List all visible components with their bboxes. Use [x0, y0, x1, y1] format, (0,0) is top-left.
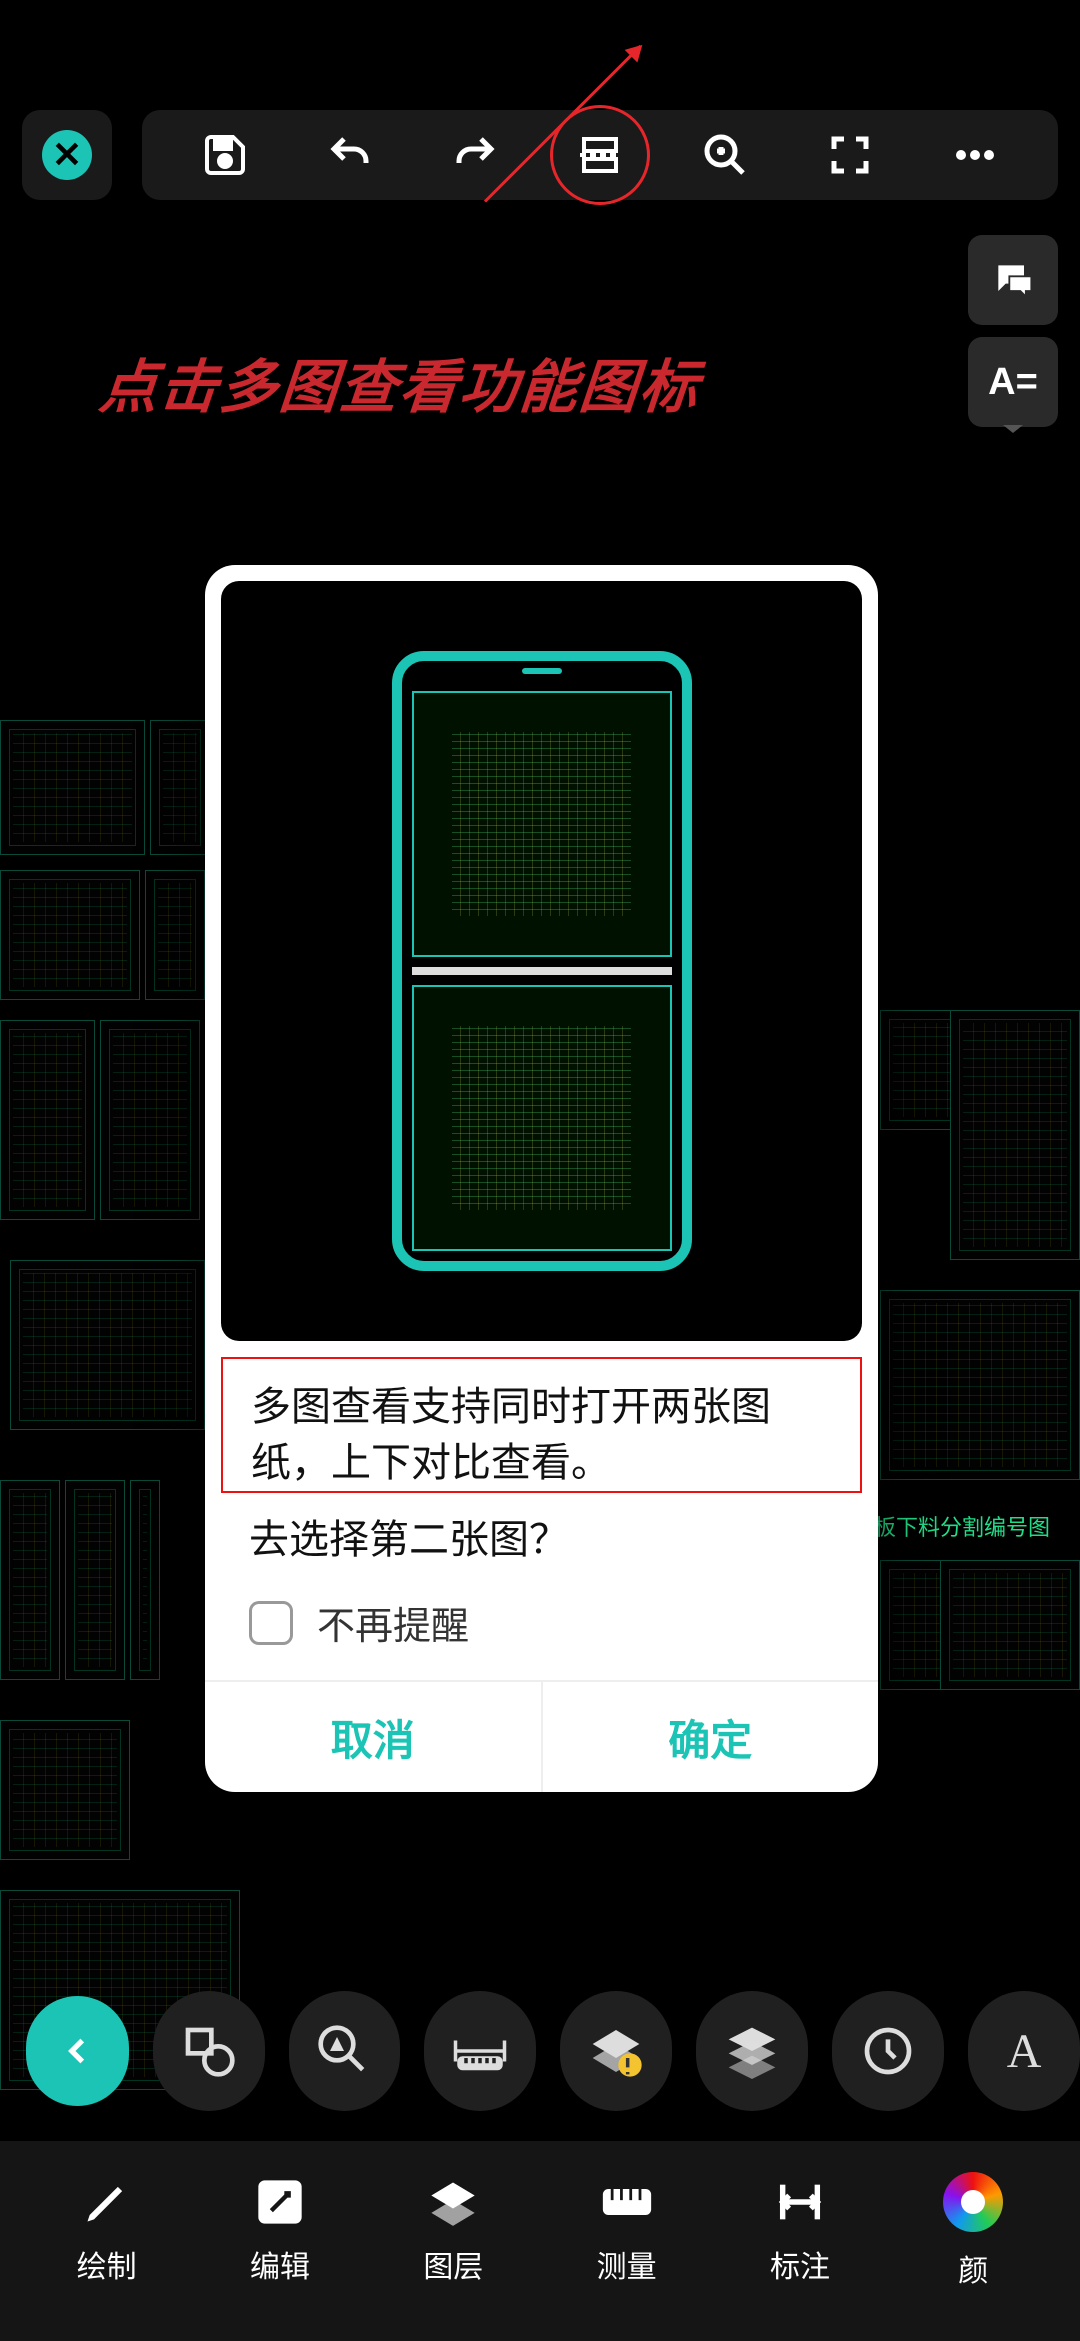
dialog-question: 去选择第二张图？: [221, 1497, 862, 1585]
nav-annotate[interactable]: 标注: [735, 2176, 865, 2286]
nav-label: 测量: [597, 2242, 657, 2286]
shapes-tool[interactable]: [153, 1991, 265, 2111]
nav-label: 颜: [958, 2246, 988, 2290]
fullscreen-button[interactable]: [820, 125, 880, 185]
find-shape-tool[interactable]: [289, 1991, 401, 2111]
nav-label: 绘制: [77, 2242, 137, 2286]
text-style-button[interactable]: A=: [968, 337, 1058, 427]
chat-button[interactable]: [968, 235, 1058, 325]
multi-view-dialog: 多图查看支持同时打开两张图纸，上下对比查看。 去选择第二张图？ 不再提醒 取消 …: [205, 565, 878, 1792]
dialog-preview: [221, 581, 862, 1341]
layer-hint-tool[interactable]: [560, 1991, 672, 2111]
text-icon: A: [1007, 2024, 1042, 2079]
close-button[interactable]: ✕: [22, 110, 112, 200]
checkbox-label: 不再提醒: [317, 1595, 469, 1650]
nav-label: 标注: [770, 2242, 830, 2286]
confirm-button[interactable]: 确定: [541, 1682, 879, 1792]
close-icon: ✕: [42, 130, 92, 180]
nav-layers[interactable]: 图层: [388, 2176, 518, 2286]
nav-draw[interactable]: 绘制: [42, 2176, 172, 2286]
cad-drawing-label: 平板下料分割编号图: [852, 1510, 1050, 1542]
zoom-button[interactable]: [695, 125, 755, 185]
text-tool[interactable]: A: [968, 1991, 1080, 2111]
history-tool[interactable]: [832, 1991, 944, 2111]
nav-color[interactable]: 颜: [908, 2172, 1038, 2290]
redo-button[interactable]: [445, 125, 505, 185]
dont-remind-checkbox[interactable]: 不再提醒: [221, 1585, 862, 1680]
more-button[interactable]: [945, 125, 1005, 185]
layers-tool[interactable]: [696, 1991, 808, 2111]
bottom-nav: 绘制 编辑 图层 测量 标注 颜: [0, 2141, 1080, 2341]
nav-label: 图层: [423, 2242, 483, 2286]
split-view-button[interactable]: [570, 125, 630, 185]
save-button[interactable]: [195, 125, 255, 185]
nav-edit[interactable]: 编辑: [215, 2176, 345, 2286]
phone-illustration: [392, 651, 692, 1271]
text-style-icon: A=: [988, 361, 1038, 404]
top-toolbar: [142, 110, 1058, 200]
checkbox-icon: [249, 1601, 293, 1645]
color-wheel-icon: [943, 2172, 1003, 2232]
dialog-description: 多图查看支持同时打开两张图纸，上下对比查看。: [221, 1357, 862, 1493]
nav-label: 编辑: [250, 2242, 310, 2286]
undo-button[interactable]: [320, 125, 380, 185]
collapse-button[interactable]: [26, 1996, 129, 2106]
nav-measure[interactable]: 测量: [562, 2176, 692, 2286]
cancel-button[interactable]: 取消: [205, 1682, 541, 1792]
hint-text: 点击多图查看功能图标: [96, 340, 703, 424]
ruler-tool[interactable]: [424, 1991, 536, 2111]
